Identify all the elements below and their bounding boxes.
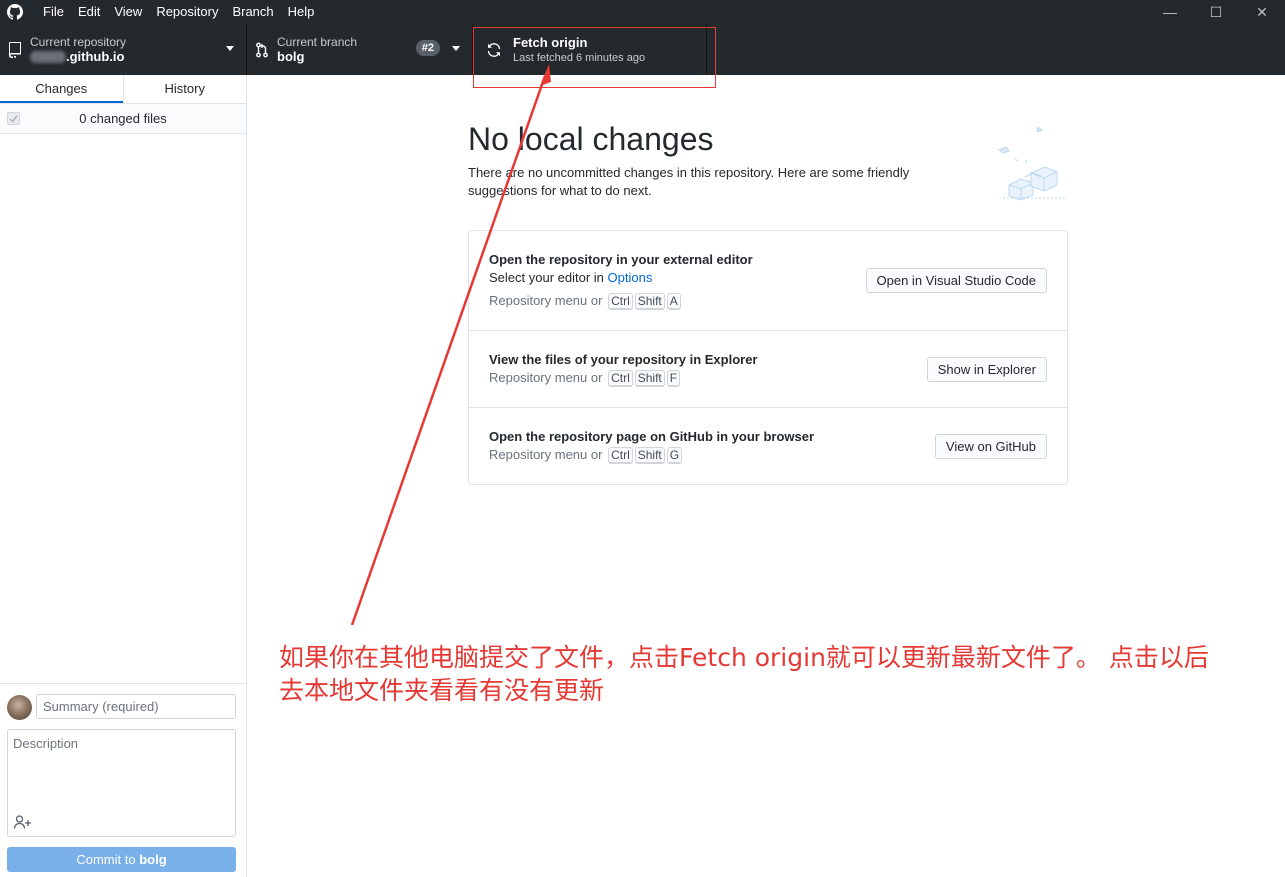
maximize-button[interactable]: ☐	[1193, 0, 1239, 24]
commit-button-prefix: Commit to	[76, 852, 140, 867]
key-f: F	[666, 370, 681, 387]
options-link[interactable]: Options	[608, 270, 653, 285]
annotation-note: 如果你在其他电脑提交了文件，点击Fetch origin就可以更新最新文件了。 …	[279, 643, 1209, 705]
suggestion-show-explorer: View the files of your repository in Exp…	[469, 331, 1067, 408]
suggestion-open-editor: Open the repository in your external edi…	[469, 231, 1067, 331]
github-logo-icon[interactable]	[0, 0, 30, 24]
keyboard-shortcut: Repository menu or Ctrl Shift A	[489, 293, 681, 310]
commit-button[interactable]: Commit to bolg	[7, 847, 236, 872]
close-button[interactable]: ✕	[1239, 0, 1285, 24]
minimize-button[interactable]: —	[1147, 0, 1193, 24]
chevron-down-icon	[452, 46, 460, 51]
pull-request-badge: #2	[415, 40, 440, 56]
key-g: G	[666, 447, 683, 464]
branch-icon	[247, 42, 277, 58]
title-bar: File Edit View Repository Branch Help — …	[0, 0, 1285, 24]
window-controls: — ☐ ✕	[1147, 0, 1285, 24]
menu-bar: File Edit View Repository Branch Help	[30, 0, 321, 24]
changed-files-count: 0 changed files	[79, 111, 167, 126]
commit-panel: Commit to bolg	[0, 683, 246, 877]
tab-changes[interactable]: Changes	[0, 75, 123, 103]
summary-input[interactable]	[36, 694, 236, 719]
menu-view[interactable]: View	[107, 0, 149, 24]
key-ctrl: Ctrl	[608, 293, 633, 310]
show-in-explorer-button[interactable]: Show in Explorer	[926, 357, 1047, 382]
key-shift: Shift	[634, 447, 665, 464]
keyboard-shortcut: Repository menu or Ctrl Shift G	[489, 447, 683, 464]
changed-files-header: 0 changed files	[0, 104, 246, 134]
suggestion-title: Open the repository in your external edi…	[489, 252, 753, 267]
page-description: There are no uncommitted changes in this…	[468, 165, 910, 198]
key-shift: Shift	[634, 370, 665, 387]
description-box	[7, 729, 236, 837]
suggestion-title: Open the repository page on GitHub in yo…	[489, 429, 815, 444]
menu-repository[interactable]: Repository	[149, 0, 225, 24]
key-ctrl: Ctrl	[608, 370, 633, 387]
suggestions-panel: Open the repository in your external edi…	[468, 230, 1068, 485]
view-on-github-button[interactable]: View on GitHub	[934, 434, 1047, 459]
sidebar-tabs: Changes History	[0, 75, 246, 104]
add-coauthor-icon[interactable]	[13, 814, 33, 830]
page-title: No local changes	[468, 121, 714, 157]
sidebar: Changes History 0 changed files Commit t…	[0, 75, 247, 877]
keyboard-shortcut: Repository menu or Ctrl Shift F	[489, 370, 681, 387]
menu-edit[interactable]: Edit	[71, 0, 107, 24]
annotation-highlight-box	[473, 27, 716, 88]
current-branch-dropdown[interactable]: Current branch bolg #2	[247, 24, 473, 75]
menu-help[interactable]: Help	[281, 0, 322, 24]
branch-label: Current branch	[277, 34, 358, 49]
suggestion-title: View the files of your repository in Exp…	[489, 352, 758, 367]
empty-state-illustration-icon	[995, 123, 1070, 204]
key-a: A	[666, 293, 681, 310]
key-shift: Shift	[634, 293, 665, 310]
repo-label: Current repository	[30, 34, 127, 49]
open-in-vscode-button[interactable]: Open in Visual Studio Code	[865, 268, 1047, 293]
suggestion-description: Select your editor in Options	[489, 270, 653, 285]
redacted-text	[30, 51, 66, 64]
tab-history[interactable]: History	[122, 75, 247, 103]
key-ctrl: Ctrl	[608, 447, 633, 464]
select-all-checkbox[interactable]	[7, 112, 20, 125]
suggestion-view-on-github: Open the repository page on GitHub in yo…	[469, 408, 1067, 485]
branch-name: bolg	[277, 48, 305, 64]
repo-icon	[0, 41, 30, 58]
main-content: No local changes There are no uncommitte…	[247, 75, 1285, 877]
menu-branch[interactable]: Branch	[225, 0, 280, 24]
menu-file[interactable]: File	[30, 0, 71, 24]
current-repository-dropdown[interactable]: Current repository .github.io	[0, 24, 247, 75]
chevron-down-icon	[226, 46, 234, 51]
description-input[interactable]	[8, 730, 235, 810]
avatar	[7, 695, 32, 720]
commit-button-branch: bolg	[139, 852, 167, 867]
repo-name: .github.io	[66, 48, 125, 64]
